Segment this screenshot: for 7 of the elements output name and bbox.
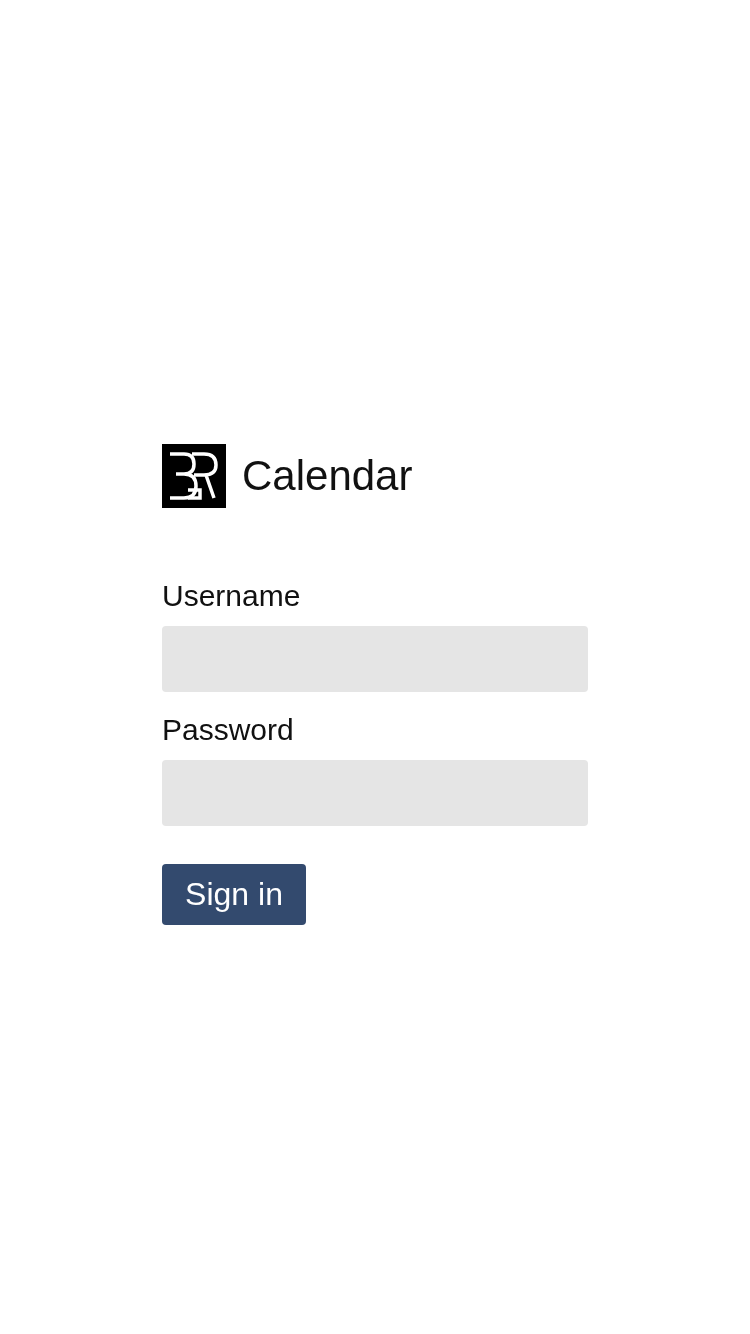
sign-in-button[interactable]: Sign in <box>162 864 306 925</box>
input-field[interactable] <box>162 760 588 826</box>
field-label: Username <box>162 578 301 614</box>
app-title: Calendar <box>242 452 413 500</box>
field-label: Password <box>162 712 294 748</box>
input-field[interactable] <box>162 626 588 692</box>
logo-icon <box>162 444 226 508</box>
